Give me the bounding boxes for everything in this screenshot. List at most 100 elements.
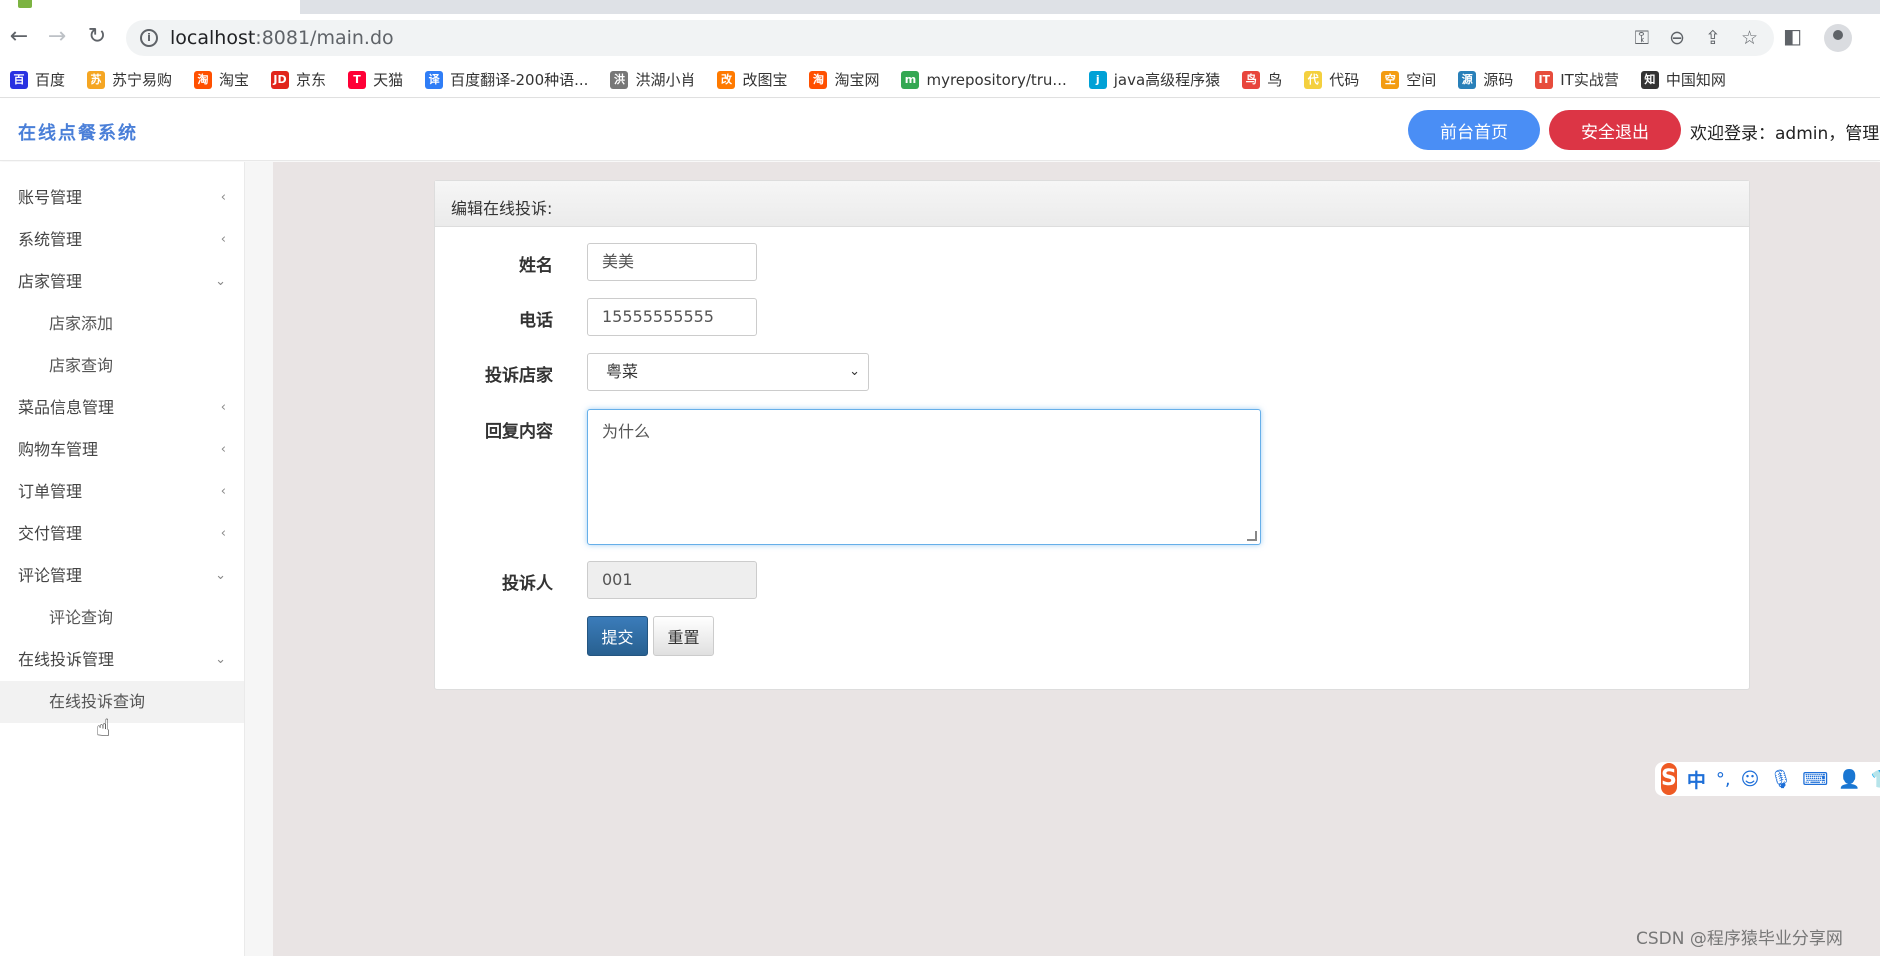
bookmark-item[interactable]: JD 京东 [271,69,326,90]
bookmark-label: 京东 [296,71,327,89]
bookmark-item[interactable]: m myrepository/tru... [901,70,1067,89]
store-label: 投诉店家 [485,366,553,386]
sidebar-item-orders[interactable]: 订单管理 ‹ [0,471,244,513]
sidebar-item-label: 购物车管理 [18,440,99,459]
phone-label: 电话 [519,311,553,331]
tab-favicon-icon [18,0,32,8]
side-panel-icon[interactable]: ◧ [1783,24,1802,52]
microphone-icon[interactable]: 🎙 [1769,769,1792,790]
bookmark-favicon-icon: 代 [1304,70,1323,89]
sidebar-item-label: 在线投诉管理 [18,650,115,669]
bookmark-favicon-icon: 知 [1640,70,1659,89]
bookmark-item[interactable]: 知中国知网 [1640,69,1726,90]
sidebar-subitem-comment-query[interactable]: 评论查询 [0,597,244,639]
bookmark-item[interactable]: 源源码 [1458,69,1513,90]
ime-toolbar: S 中 °, ☺ 🎙 ⌨ 👤 👕 [1655,762,1880,796]
sidebar-item-label: 评论管理 [18,566,83,585]
browser-tabstrip [0,0,1880,14]
sidebar-item-system[interactable]: 系统管理 ‹ [0,219,244,261]
bookmark-item[interactable]: 苏苏宁易购 [87,69,172,90]
bookmark-label: myrepository/tru... [926,70,1067,89]
bookmark-item[interactable]: T 天猫 [348,69,403,90]
sidebar-subitem-store-query[interactable]: 店家查询 [0,345,244,387]
sidebar-subitem-complaint-query[interactable]: 在线投诉查询 [0,681,244,723]
name-input[interactable]: 美美 [587,243,757,281]
sidebar-item-label: 系统管理 [18,230,83,249]
logout-button[interactable]: 安全退出 [1549,110,1681,150]
watermark: CSDN @程序猿毕业分享网 [1636,929,1843,949]
sidebar-item-delivery[interactable]: 交付管理 ‹ [0,513,244,555]
sidebar-item-comments[interactable]: 评论管理 ⌄ [0,555,244,597]
bookmark-favicon-icon: 改 [717,70,736,89]
share-icon[interactable]: ⇪ [1705,27,1721,49]
sidebar-item-cart[interactable]: 购物车管理 ‹ [0,429,244,471]
sidebar-item-store[interactable]: 店家管理 ⌄ [0,261,244,303]
chevron-left-icon: ‹ [220,190,226,205]
chevron-left-icon: ‹ [220,484,226,499]
bookmark-item[interactable]: 洪洪湖小肖 [610,69,695,90]
skin-icon[interactable]: 👕 [1871,769,1880,790]
keyboard-icon[interactable]: ⌨ [1802,769,1828,790]
sidebar-item-dishes[interactable]: 菜品信息管理 ‹ [0,387,244,429]
browser-tab[interactable] [0,0,300,14]
browser-toolbar: ← → ↻ i localhost:8081/main.do ⚿ ⊖ ⇪ ☆ ◧ [0,14,1880,62]
forward-arrow-icon[interactable]: → [44,24,70,50]
content-gutter [245,162,273,956]
bookmark-favicon-icon: 空 [1381,70,1400,89]
bookmark-item[interactable]: 改改图宝 [717,69,787,90]
bookmark-item[interactable]: 译百度翻译-200种语... [425,69,588,90]
profile-avatar-icon[interactable] [1824,24,1852,52]
bookmark-item[interactable]: 鸟鸟 [1242,69,1282,90]
ime-punctuation[interactable]: °, [1716,769,1731,790]
bookmark-label: 鸟 [1267,71,1283,89]
sidebar-item-complaints[interactable]: 在线投诉管理 ⌄ [0,639,244,681]
sidebar-item-label: 店家管理 [18,272,83,291]
bookmark-label: 洪湖小肖 [635,71,696,89]
edit-complaint-panel: 编辑在线投诉: 姓名 美美 电话 15555555555 投诉店家 粤菜 ⌄ 回… [434,180,1750,690]
sogou-logo-icon[interactable]: S [1661,763,1677,795]
emoji-icon[interactable]: ☺ [1741,769,1760,790]
store-select[interactable]: 粤菜 ⌄ [587,353,869,391]
sidebar-subitem-store-add[interactable]: 店家添加 [0,303,244,345]
phone-input[interactable]: 15555555555 [587,298,757,336]
bookmark-item[interactable]: IT IT实战营 [1535,69,1619,90]
hand-cursor-icon: ☝ [96,714,111,742]
url-text: localhost:8081/main.do [170,27,394,49]
bookmark-favicon-icon: 百 [10,70,28,89]
reply-text: 为什么 [602,422,651,441]
key-icon[interactable]: ⚿ [1635,27,1649,49]
bookmark-item[interactable]: 淘淘宝 [194,69,249,90]
site-info-icon[interactable]: i [140,29,158,47]
back-arrow-icon[interactable]: ← [6,24,32,50]
bookmark-label: 淘宝网 [834,71,880,89]
ime-mode[interactable]: 中 [1687,766,1706,793]
chevron-left-icon: ‹ [220,526,226,541]
sidebar-item-account[interactable]: 账号管理 ‹ [0,177,244,219]
bookmark-label: IT实战营 [1560,71,1619,89]
resize-handle-icon[interactable] [1247,531,1257,541]
address-bar[interactable]: i localhost:8081/main.do ⚿ ⊖ ⇪ ☆ [126,20,1774,56]
bookmark-item[interactable]: 百百度 [10,69,65,90]
bookmark-label: 苏宁易购 [112,71,173,89]
sidebar-item-label: 订单管理 [18,482,83,501]
reload-icon[interactable]: ↻ [84,24,110,50]
reset-button[interactable]: 重置 [653,616,714,656]
bookmark-label: 代码 [1329,71,1360,89]
bookmark-item[interactable]: j java高级程序猿 [1088,69,1220,90]
submit-button[interactable]: 提交 [587,616,648,656]
bookmark-item[interactable]: 代代码 [1304,69,1359,90]
zoom-icon[interactable]: ⊖ [1669,27,1685,49]
bookmark-item[interactable]: 空空间 [1381,69,1436,90]
bookmark-label: 空间 [1406,71,1437,89]
bookmark-favicon-icon: 译 [425,70,444,89]
reply-textarea[interactable]: 为什么 [587,409,1261,545]
bookmark-item[interactable]: 淘淘宝网 [809,69,879,90]
bookmark-label: 天猫 [373,71,404,89]
home-button[interactable]: 前台首页 [1408,110,1540,150]
sidebar-item-label: 菜品信息管理 [18,398,115,417]
panel-title: 编辑在线投诉: [435,181,1749,227]
chevron-down-icon: ⌄ [849,364,860,379]
chevron-left-icon: ‹ [220,442,226,457]
user-icon[interactable]: 👤 [1838,769,1860,790]
bookmark-star-icon[interactable]: ☆ [1741,27,1758,49]
